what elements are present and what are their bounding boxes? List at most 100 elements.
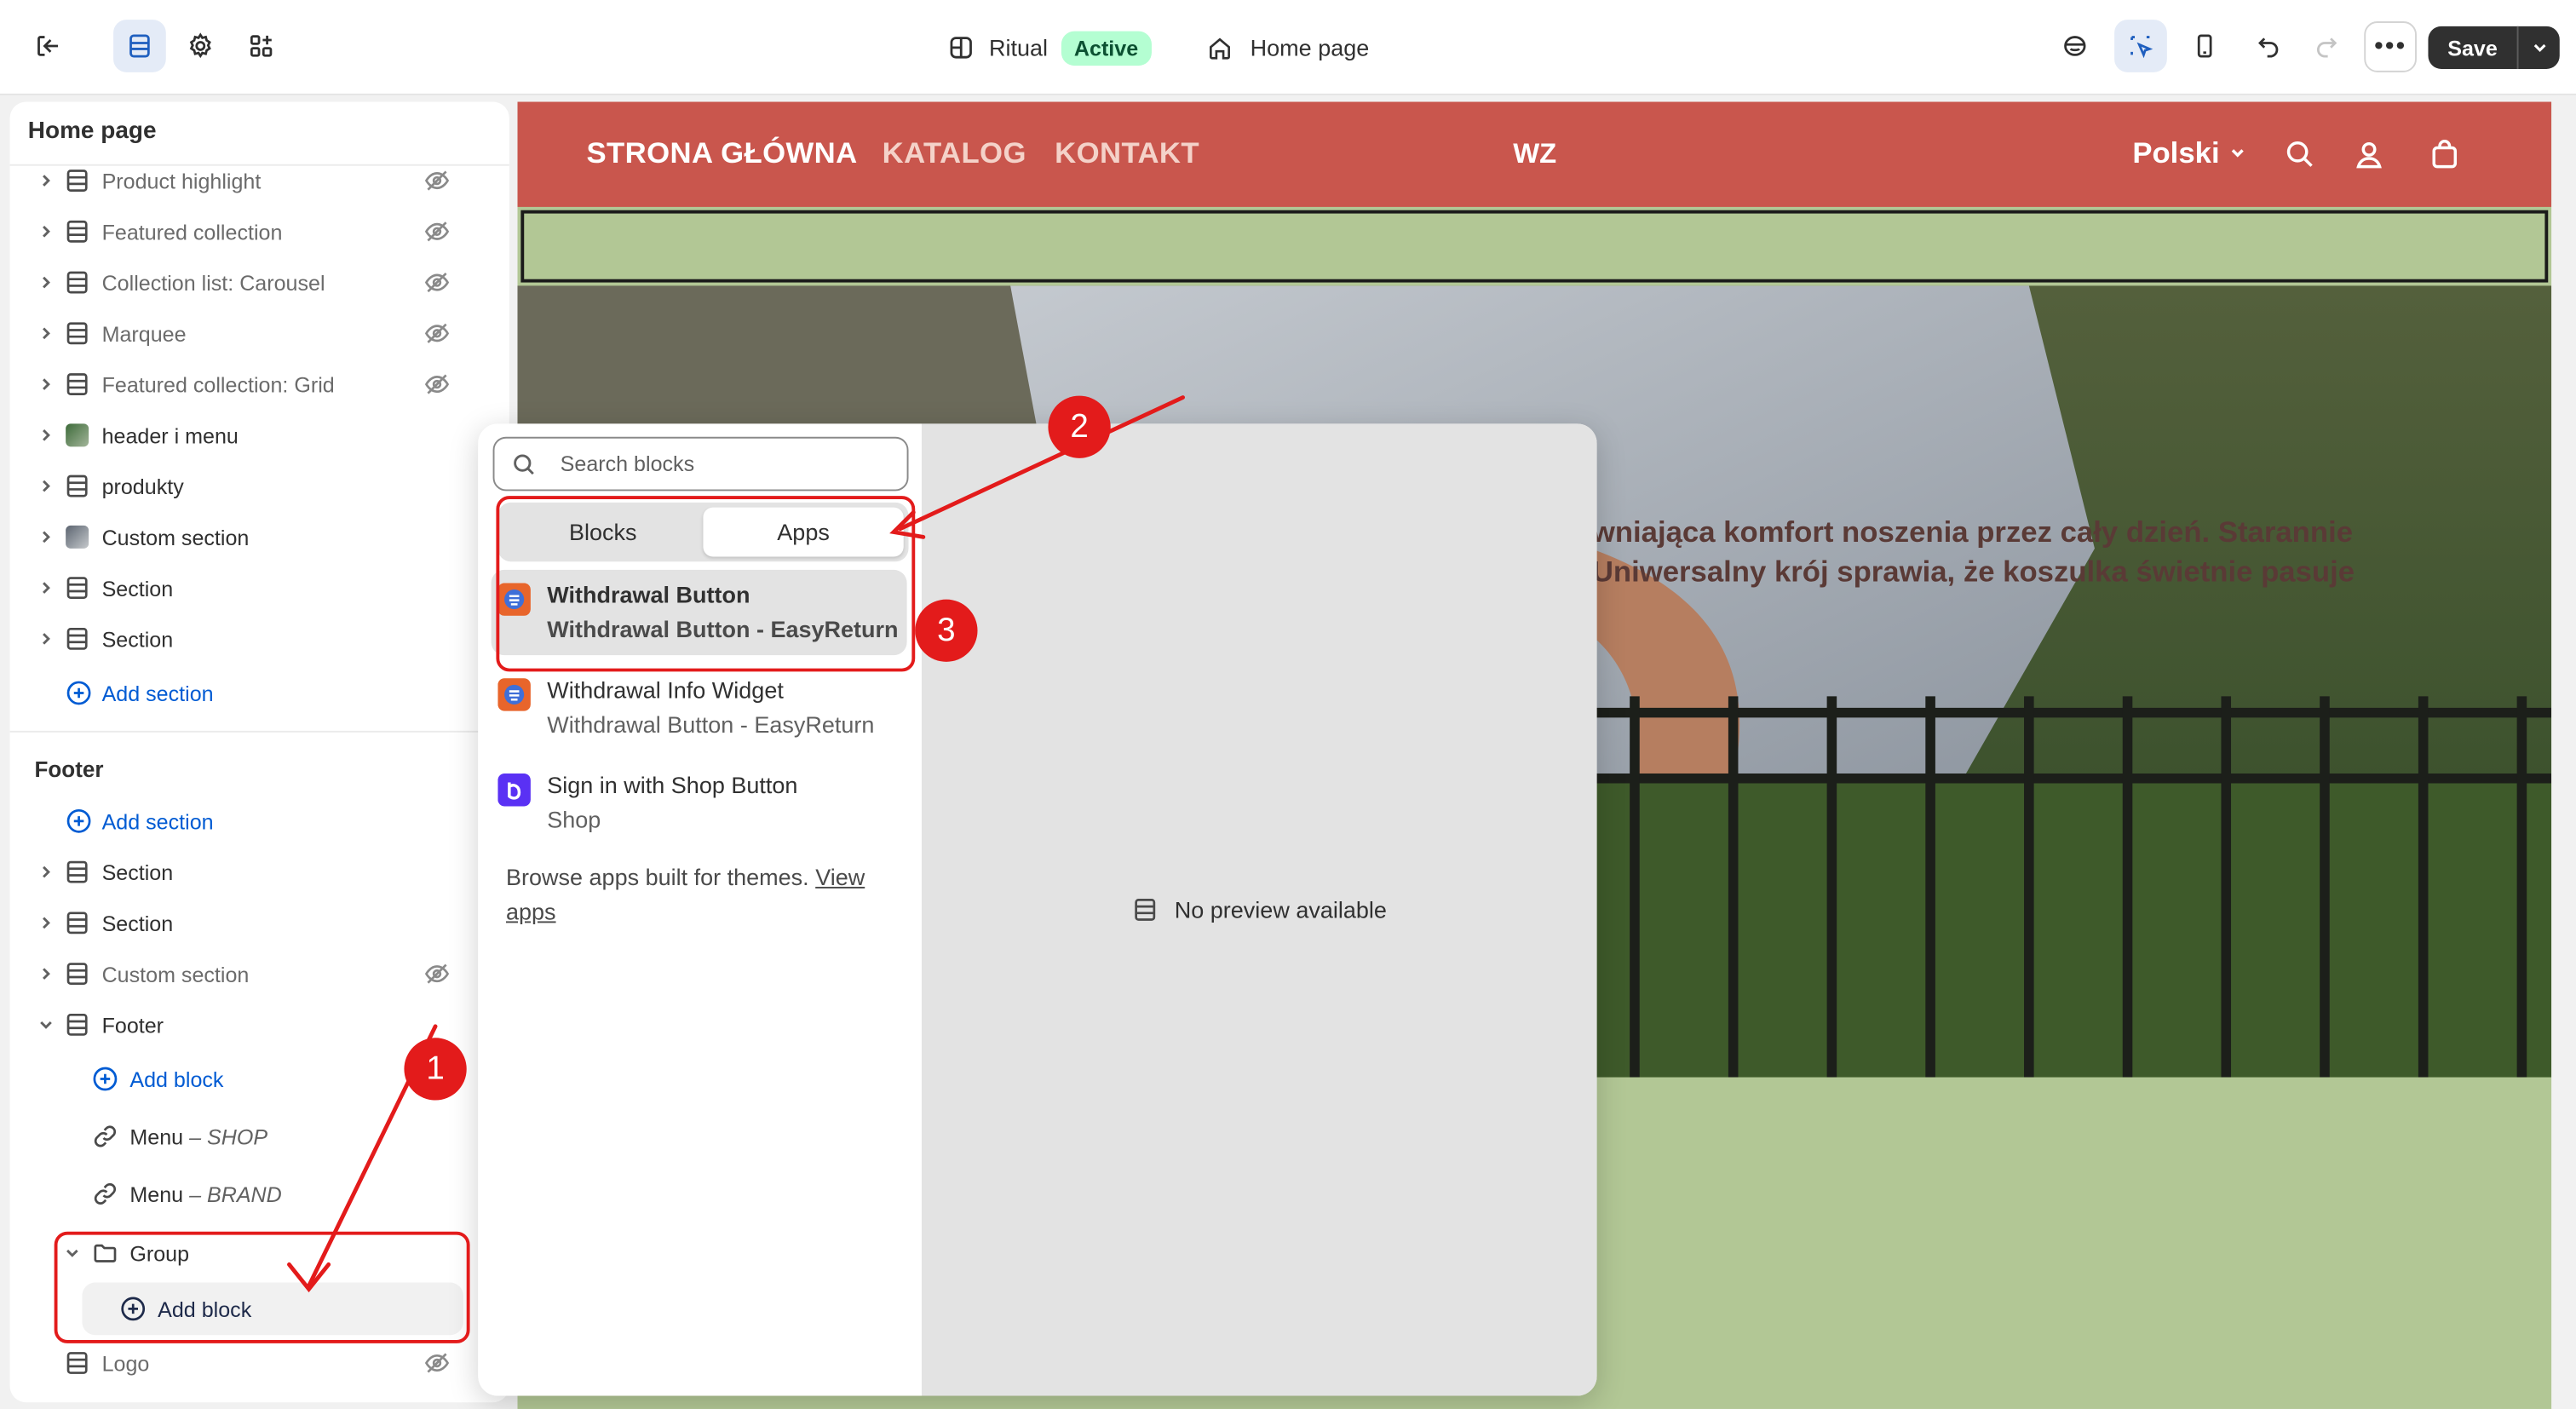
eye-off-icon[interactable] (424, 961, 451, 987)
eye-off-icon[interactable] (424, 269, 451, 296)
sidebar-item-menu-shop[interactable]: Menu – SHOP (10, 1113, 486, 1159)
search-icon (514, 453, 534, 474)
section-label: Section (101, 910, 174, 935)
nav-link-catalog[interactable]: KATALOG (883, 136, 1026, 170)
chevron-right-icon[interactable] (36, 629, 55, 648)
sidebar-item-section[interactable]: Collection list: Carousel (10, 260, 486, 306)
sidebar-item-section[interactable]: Featured collection (10, 209, 486, 255)
browse-apps-text: Browse apps built for themes. View apps (506, 863, 865, 925)
sidebar-item-menu-brand[interactable]: Menu – BRAND (10, 1170, 486, 1216)
link-icon (94, 1182, 117, 1205)
home-icon (1210, 37, 1230, 59)
add-section-button[interactable]: Add section (10, 670, 486, 716)
ellipsis-icon: ••• (2374, 32, 2407, 60)
app-block-name: Sign in with Shop Button (547, 772, 798, 798)
redo-icon[interactable] (2300, 20, 2353, 72)
chevron-right-icon[interactable] (36, 221, 55, 241)
sidebar-item-footer-section[interactable]: Section (10, 900, 486, 946)
logo-label: Logo (101, 1350, 150, 1376)
chevron-right-icon[interactable] (36, 964, 55, 984)
sidebar-item-section[interactable]: Section (10, 565, 486, 611)
exit-icon[interactable] (21, 20, 74, 72)
section-icon (66, 627, 88, 650)
nav-link-contact[interactable]: KONTAKT (1055, 136, 1199, 170)
app-block-item[interactable]: Withdrawal Info Widget Withdrawal Button … (492, 665, 907, 751)
app-block-source: Shop (547, 806, 601, 833)
chevron-right-icon[interactable] (36, 862, 55, 882)
section-label: Section (101, 575, 174, 601)
sidebar-item-section[interactable]: Featured collection: Grid (10, 361, 486, 407)
chevron-right-icon[interactable] (36, 273, 55, 292)
sidebar-item-logo[interactable]: Logo (10, 1340, 486, 1386)
chevron-right-icon[interactable] (36, 913, 55, 933)
section-icon (66, 1013, 88, 1036)
section-label: Section (101, 626, 174, 652)
plus-circle-icon (66, 681, 91, 705)
undo-icon[interactable] (2243, 20, 2296, 72)
section-label: Collection list: Carousel (101, 270, 325, 296)
annotation-marker-2: 2 (1048, 395, 1111, 458)
sidebar-item-section[interactable]: Section (10, 616, 486, 662)
chevron-right-icon[interactable] (36, 578, 55, 598)
sidebar-item-footer-section[interactable]: Footer (10, 1002, 486, 1048)
chevron-right-icon[interactable] (36, 324, 55, 343)
chevron-right-icon[interactable] (36, 527, 55, 547)
chevron-right-icon[interactable] (36, 375, 55, 394)
plus-circle-icon (66, 808, 91, 833)
eye-off-icon[interactable] (424, 168, 451, 194)
shop-app-icon (497, 773, 531, 807)
eye-off-icon[interactable] (424, 371, 451, 398)
eye-off-icon[interactable] (424, 218, 451, 244)
sidebar-item-footer-section[interactable]: Custom section (10, 951, 486, 997)
sidebar-item-section[interactable]: Marquee (10, 310, 486, 356)
app-block-name: Withdrawal Info Widget (547, 676, 784, 704)
eye-off-icon[interactable] (424, 1350, 451, 1377)
chevron-right-icon[interactable] (36, 476, 55, 496)
footer-group-title: Footer (34, 756, 104, 782)
theme-info[interactable]: Ritual Active (946, 26, 1152, 69)
ai-icon[interactable] (2049, 20, 2102, 72)
chevron-down-icon[interactable] (36, 1015, 55, 1034)
nav-link-home[interactable]: STRONA GŁÓWNA (587, 136, 858, 170)
chevron-down-icon[interactable] (2516, 26, 2560, 69)
chevron-right-icon[interactable] (36, 425, 55, 445)
save-button[interactable]: Save (2428, 26, 2560, 69)
inspector-icon[interactable] (2114, 20, 2167, 72)
annotation-marker-3: 3 (915, 599, 978, 662)
chevron-right-icon[interactable] (36, 170, 55, 190)
cart-icon[interactable] (2428, 138, 2461, 171)
section-icon (66, 860, 88, 883)
sidebar-item-section[interactable]: Custom section (10, 514, 486, 560)
page-name: Home page (1250, 34, 1370, 61)
sidebar-item-section[interactable]: produkty (10, 463, 486, 509)
account-icon[interactable] (2353, 138, 2386, 171)
sections-icon[interactable] (113, 20, 166, 72)
page-selector[interactable]: Home page (1206, 26, 1370, 69)
add-section-label: Add section (101, 681, 214, 705)
more-options-button[interactable]: ••• (2364, 21, 2417, 72)
gear-icon[interactable] (174, 20, 227, 72)
mobile-icon[interactable] (2178, 20, 2231, 72)
app-block-item[interactable]: Sign in with Shop Button Shop (492, 761, 907, 846)
language-selector[interactable]: Polski (2132, 136, 2247, 170)
section-label: Product highlight (101, 168, 262, 193)
apps-icon[interactable] (235, 20, 288, 72)
section-label: Section (101, 860, 174, 885)
annotation-marker-1: 1 (404, 1038, 467, 1101)
search-placeholder: Search blocks (560, 451, 695, 477)
section-label: Custom section (101, 524, 250, 549)
footer-add-section-button[interactable]: Add section (10, 798, 486, 844)
store-logo[interactable]: WZ (1513, 138, 1556, 171)
annotation-box-apps (496, 496, 916, 672)
editor-topbar: Ritual Active Home page ••• Save (0, 0, 2576, 95)
search-blocks-input[interactable]: Search blocks (492, 436, 909, 492)
eye-off-icon[interactable] (424, 320, 451, 347)
add-section-label: Add section (101, 808, 214, 834)
sidebar-item-section[interactable]: Product highlight (10, 158, 486, 204)
section-label: Marquee (101, 320, 187, 346)
section-thumbnail (66, 423, 89, 447)
search-icon[interactable] (2284, 138, 2317, 171)
sidebar-item-section[interactable]: header i menu (10, 412, 486, 458)
section-icon (66, 322, 88, 345)
sidebar-item-footer-section[interactable]: Section (10, 849, 486, 895)
